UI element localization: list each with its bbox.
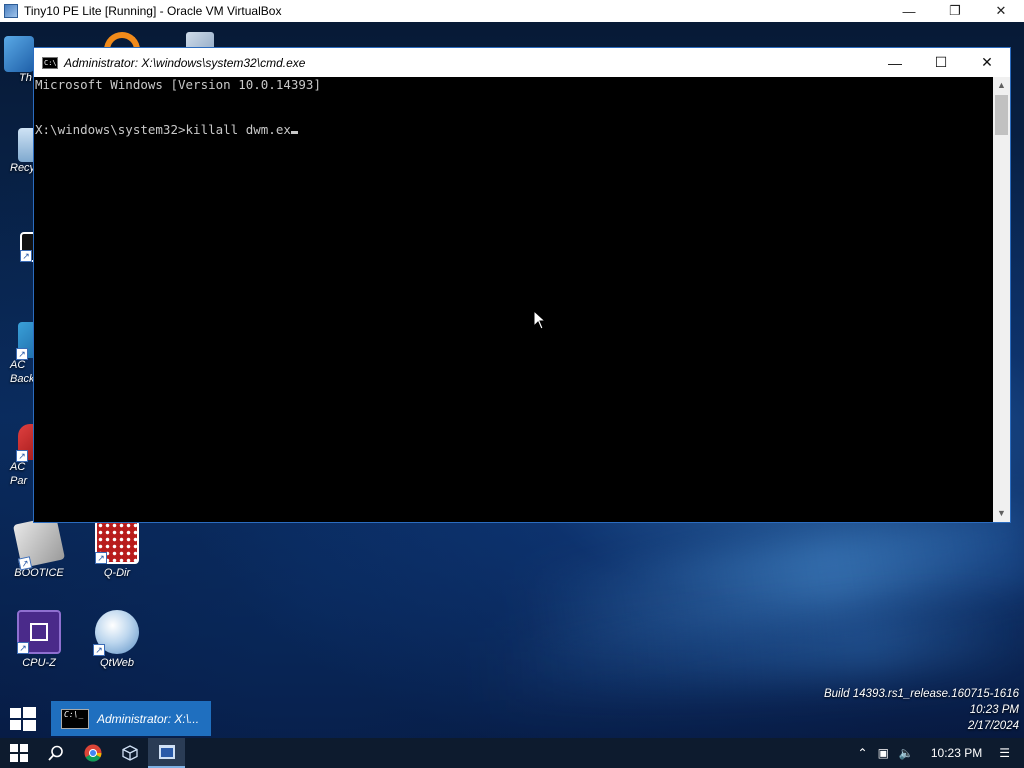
computer-icon: [4, 36, 34, 72]
vertical-scrollbar[interactable]: ▲ ▼: [993, 77, 1010, 522]
bootice-icon: ↗: [12, 515, 66, 571]
shortcut-arrow-icon: ↗: [95, 552, 107, 564]
console-line: Microsoft Windows [Version 10.0.14393]: [35, 77, 321, 92]
desktop-icon-q-dir[interactable]: ↗ Q-Dir: [82, 520, 152, 579]
taskbar-clock[interactable]: 10:23 PM: [931, 746, 982, 760]
windows-logo-icon[interactable]: [10, 707, 36, 731]
taskbar-chrome[interactable]: [74, 738, 111, 768]
shortcut-arrow-icon: ↗: [20, 250, 32, 262]
desktop-icon-label: CPU-Z: [22, 657, 56, 669]
build-watermark: Build 14393.rs1_release.160715-1616 10:2…: [824, 686, 1019, 734]
host-titlebar: Tiny10 PE Lite [Running] - Oracle VM Vir…: [0, 0, 1024, 23]
host-minimize-button[interactable]: —: [886, 0, 932, 22]
desktop-icon-label: QtWeb: [99, 657, 135, 669]
cmd-icon: C:\: [42, 56, 58, 69]
cube-icon: [121, 745, 138, 761]
taskbar-virtualbox-app[interactable]: [111, 738, 148, 768]
chevron-up-icon[interactable]: ⌃: [858, 746, 868, 760]
host-restore-button[interactable]: ❐: [932, 0, 978, 22]
console-output[interactable]: Microsoft Windows [Version 10.0.14393] X:…: [34, 77, 993, 522]
tool-window-icon: [158, 745, 175, 759]
build-date: 2/17/2024: [967, 720, 1019, 732]
network-icon[interactable]: ▣: [878, 746, 889, 760]
shortcut-arrow-icon: ↗: [16, 348, 28, 360]
cmd-close-button[interactable]: ✕: [964, 48, 1010, 77]
desktop-icon-qtweb[interactable]: ↗ QtWeb: [82, 610, 152, 669]
q-dir-icon: ↗: [95, 520, 139, 564]
search-button[interactable]: [37, 738, 74, 768]
shortcut-arrow-icon: ↗: [16, 450, 28, 462]
shortcut-arrow-icon: ↗: [93, 644, 105, 656]
shortcut-arrow-icon: ↗: [18, 556, 33, 571]
scroll-down-arrow-icon[interactable]: ▼: [993, 505, 1010, 522]
desktop-icon-bootice[interactable]: ↗ BOOTICE: [4, 515, 74, 579]
desktop-icon-label: BOOTICE: [14, 567, 64, 579]
taskbar: ⌃ ▣ 🔈 10:23 PM ☰: [0, 738, 1024, 768]
taskbar-window-button-cmd[interactable]: C:\_ Administrator: X:\...: [51, 701, 211, 736]
windows-start-icon: [9, 744, 28, 762]
cmd-minimize-button[interactable]: —: [872, 48, 918, 77]
cpu-z-icon: ↗: [17, 610, 61, 654]
cmd-window[interactable]: C:\ Administrator: X:\windows\system32\c…: [33, 47, 1011, 523]
scroll-up-arrow-icon[interactable]: ▲: [993, 77, 1010, 94]
host-close-button[interactable]: ✕: [978, 0, 1024, 22]
virtualbox-icon: [4, 4, 18, 18]
shortcut-arrow-icon: ↗: [17, 642, 29, 654]
scroll-thumb[interactable]: [995, 95, 1008, 135]
desktop-icon-label: Q-Dir: [103, 567, 131, 579]
host-window-title: Tiny10 PE Lite [Running] - Oracle VM Vir…: [24, 4, 282, 18]
desktop-icon-cpu-z[interactable]: ↗ CPU-Z: [4, 610, 74, 669]
qtweb-icon: ↗: [93, 610, 139, 656]
build-time: 10:23 PM: [969, 704, 1019, 716]
system-tray: ⌃ ▣ 🔈 10:23 PM ☰: [853, 738, 1024, 768]
text-cursor: [290, 131, 298, 134]
start-button[interactable]: [0, 738, 37, 768]
build-string: Build 14393.rs1_release.160715-1616: [823, 688, 1019, 700]
cmd-maximize-button[interactable]: ☐: [918, 48, 964, 77]
taskbar-cmd[interactable]: [148, 738, 185, 768]
chrome-icon: [84, 744, 102, 762]
cmd-titlebar[interactable]: C:\ Administrator: X:\windows\system32\c…: [34, 48, 1010, 77]
volume-muted-icon[interactable]: 🔈: [899, 746, 914, 760]
action-center-icon[interactable]: ☰: [999, 746, 1010, 760]
search-icon: [47, 745, 63, 761]
taskbar-window-label: Administrator: X:\...: [97, 711, 200, 726]
console-prompt-line: X:\windows\system32>killall dwm.ex: [35, 122, 291, 137]
mouse-pointer-icon: [533, 310, 547, 330]
cmd-icon: C:\_: [61, 708, 89, 729]
cmd-body[interactable]: Microsoft Windows [Version 10.0.14393] X:…: [34, 77, 1010, 522]
cmd-window-title: Administrator: X:\windows\system32\cmd.e…: [64, 55, 306, 70]
